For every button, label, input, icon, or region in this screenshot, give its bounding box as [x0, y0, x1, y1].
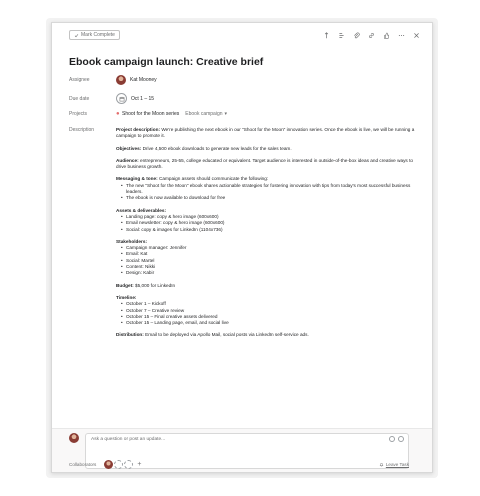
due-date-value[interactable]: Oct 1 – 15 — [131, 96, 154, 102]
assignee-name[interactable]: Kat Mooney — [130, 77, 157, 83]
mention-icon[interactable] — [389, 436, 395, 442]
messaging-list: The new "Shoot for the Moon" ebook share… — [121, 183, 421, 202]
description-paragraph: Budget: $5,000 for LinkedIn — [116, 282, 176, 288]
description-body[interactable]: Project description: We're publishing th… — [116, 127, 421, 345]
add-collaborator-avatar-icon[interactable] — [124, 460, 134, 469]
task-toolbar: Mark Complete — [52, 23, 432, 47]
thumbs-up-icon[interactable] — [382, 31, 390, 39]
collaborator-avatar[interactable] — [104, 460, 114, 469]
add-collaborator-avatar-icon[interactable] — [114, 460, 124, 469]
description-paragraph: Audience: entrepreneurs, 25-55, college … — [116, 157, 413, 170]
assignee-label: Assignee — [69, 77, 90, 83]
collaborators-label: Collaborators — [69, 462, 97, 467]
emoji-icon[interactable] — [398, 436, 404, 442]
task-title[interactable]: Ebook campaign launch: Creative brief — [69, 56, 263, 68]
attachment-icon[interactable] — [352, 31, 360, 39]
comment-tools — [389, 436, 404, 442]
checkmark-icon — [74, 33, 79, 37]
timeline-list: October 1 – Kickoff October 7 – Creative… — [121, 301, 421, 326]
list-item: Social: copy & images for LinkedIn (1104… — [121, 227, 421, 234]
projects-row: Projects ● Shoot for the Moon series Ebo… — [69, 111, 227, 117]
calendar-icon[interactable] — [116, 93, 127, 104]
list-item: The new "Shoot for the Moon" ebook share… — [121, 183, 421, 196]
project-tag-1[interactable]: Shoot for the Moon series — [122, 111, 179, 117]
chevron-down-icon[interactable]: ▾ — [225, 111, 228, 117]
bell-icon — [379, 463, 384, 467]
close-icon[interactable] — [412, 31, 420, 39]
due-date-label: Due date — [69, 95, 90, 102]
due-date-row: Due date Oct 1 – 15 — [69, 93, 154, 104]
assignee-row: Assignee Kat Mooney — [69, 75, 157, 85]
current-user-avatar — [69, 433, 79, 443]
leave-task-button[interactable]: Leave Task — [379, 462, 409, 467]
stakeholders-list: Campaign manager: Jennifer Email: Kat So… — [121, 245, 421, 277]
subtasks-icon[interactable] — [337, 31, 345, 39]
toolbar-actions — [322, 31, 420, 39]
list-item: The ebook is now available to download f… — [121, 195, 421, 202]
mark-complete-label: Mark Complete — [81, 32, 115, 38]
description-paragraph: Distribution: Email to be deployed via A… — [116, 332, 309, 338]
projects-label: Projects — [69, 111, 88, 117]
collaborators-bar: Collaborators + Leave Task — [69, 460, 409, 469]
leave-task-label: Leave Task — [385, 462, 409, 467]
assignee-avatar[interactable] — [116, 75, 126, 85]
description-paragraph: Objectives: Drive 4,500 ebook downloads … — [116, 145, 292, 151]
project-color-dot-icon: ● — [116, 111, 120, 117]
description-row: Description — [69, 127, 116, 133]
description-label: Description — [69, 127, 95, 133]
assets-list: Landing page: copy & hero image (600x600… — [121, 214, 421, 233]
more-icon[interactable] — [397, 31, 405, 39]
like-icon[interactable] — [322, 31, 330, 39]
comment-placeholder: Ask a question or post an update... — [91, 437, 166, 442]
list-item: Design: Kabir — [121, 270, 421, 277]
add-collaborator-plus-icon[interactable]: + — [137, 461, 141, 468]
description-paragraph: Project description: We're publishing th… — [116, 127, 415, 139]
link-icon[interactable] — [367, 31, 375, 39]
project-tag-2[interactable]: Ebook campaign — [185, 111, 222, 117]
list-item: October 15 – Landing page, email, and so… — [121, 320, 421, 327]
collaborator-avatars — [104, 460, 134, 469]
mark-complete-button[interactable]: Mark Complete — [69, 30, 120, 40]
task-detail-pane: Mark Complete Ebook campaign launch: Cre… — [51, 22, 433, 473]
